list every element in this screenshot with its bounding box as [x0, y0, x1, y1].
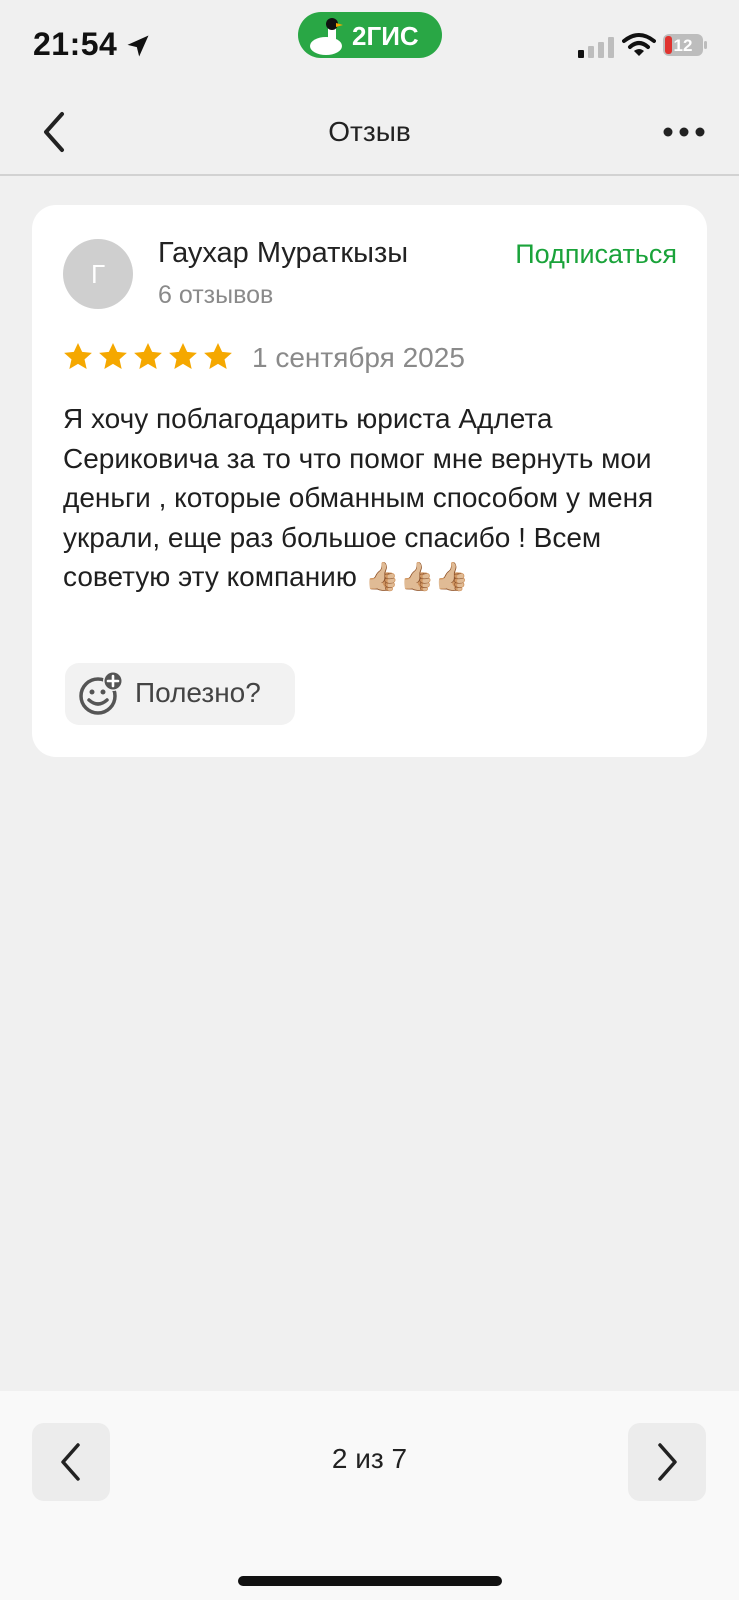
review-text: Я хочу поблагодарить юриста Адлета Серик…: [63, 403, 654, 592]
status-time: 21:54: [33, 26, 118, 62]
goose-logo-icon: [310, 18, 343, 55]
subscribe-button[interactable]: Подписаться: [515, 239, 677, 270]
page-title: Отзыв: [328, 116, 411, 147]
battery-icon: 12: [663, 34, 707, 56]
author-name[interactable]: Гаухар Мураткызы: [158, 237, 408, 270]
review-date: 1 сентября 2025: [252, 342, 465, 373]
home-indicator[interactable]: [238, 1576, 502, 1586]
next-review-button[interactable]: [628, 1423, 706, 1501]
avatar[interactable]: Г: [63, 239, 133, 309]
star-icon: [169, 343, 197, 369]
nav-bar: Отзыв: [0, 90, 739, 176]
battery-level: 12: [674, 36, 693, 55]
review-count: 6 отзывов: [158, 281, 274, 309]
location-arrow-icon: [127, 35, 149, 57]
rating-stars: [62, 341, 234, 373]
wifi-icon: [622, 33, 656, 56]
review-card: Г Гаухар Мураткызы 6 отзывов Подписаться…: [32, 205, 707, 757]
add-reaction-icon: [79, 671, 123, 715]
app-name: 2ГИС: [352, 21, 419, 51]
useful-button[interactable]: Полезно?: [65, 663, 295, 725]
star-icon: [204, 343, 232, 369]
useful-label: Полезно?: [135, 677, 261, 708]
more-options-button[interactable]: [660, 114, 708, 150]
app-badge[interactable]: 2ГИС: [298, 12, 442, 58]
chevron-right-icon: [658, 1443, 677, 1481]
star-icon: [99, 343, 127, 369]
status-bar: 21:54 2ГИС 12: [0, 0, 739, 90]
cellular-signal-icon: [578, 37, 614, 58]
star-icon: [134, 343, 162, 369]
pager-bar: 2 из 7: [0, 1391, 739, 1600]
star-icon: [64, 343, 92, 369]
